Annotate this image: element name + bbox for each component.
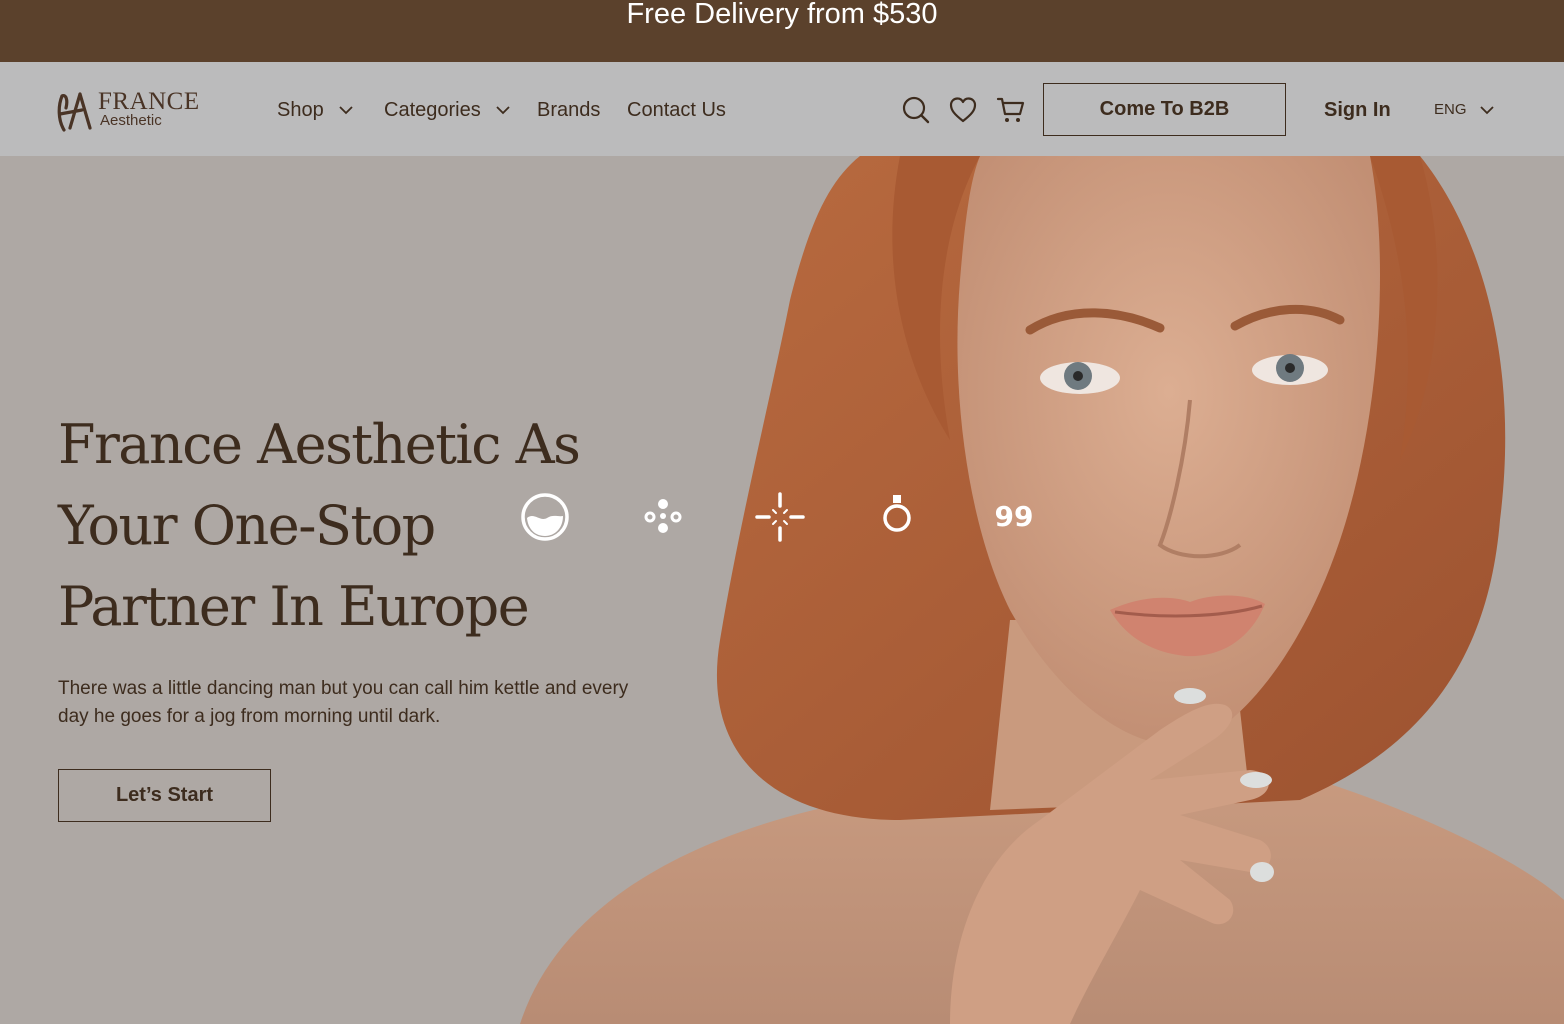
hero-title-line: Your One-Stop [58, 494, 436, 557]
chevron-down-icon [339, 106, 353, 115]
water-drop-circle-icon [521, 493, 569, 541]
nav-shop[interactable]: Shop [277, 98, 354, 122]
language-selector[interactable]: ENG [1434, 100, 1495, 120]
navbar: FRANCE Aesthetic Shop Categories Brands … [0, 62, 1564, 156]
search-icon[interactable] [901, 95, 931, 125]
hero-description: There was a little dancing man but you c… [58, 678, 629, 727]
nav-contact-label: Contact Us [627, 99, 726, 121]
heart-icon[interactable] [948, 95, 978, 125]
nav-shop-label: Shop [277, 99, 324, 121]
nav-brands-label: Brands [537, 99, 601, 121]
nav-contact[interactable]: Contact Us [627, 98, 726, 122]
svg-text:99: 99 [995, 500, 1034, 533]
hero-title-line: France Aesthetic As [58, 413, 581, 476]
hero-section: France Aesthetic As Your One-Stop Partne… [0, 156, 1564, 1024]
promo-text: Free Delivery from $530 [626, 0, 938, 30]
hero-title: France Aesthetic As Your One-Stop Partne… [58, 404, 678, 647]
hero-title-line: Partner In Europe [58, 575, 530, 638]
b2b-button[interactable]: Come To B2B [1043, 83, 1286, 136]
lets-start-button[interactable]: Let’s Start [58, 769, 271, 822]
nav-brands[interactable]: Brands [537, 98, 600, 122]
chevron-down-icon [1479, 106, 1494, 115]
dots-cluster-icon [644, 499, 682, 533]
cart-icon[interactable] [996, 95, 1026, 125]
brand-logo[interactable]: FRANCE Aesthetic [56, 86, 199, 136]
ring-icon [883, 495, 911, 532]
logo-monogram-icon [57, 92, 92, 132]
sign-in-link[interactable]: Sign In [1324, 98, 1391, 122]
nav-categories-label: Categories [384, 99, 481, 121]
language-label: ENG [1434, 101, 1467, 118]
chevron-down-icon [496, 106, 510, 115]
promo-bar: Free Delivery from $530 [0, 0, 1564, 62]
brand-tagline: Aesthetic [100, 112, 162, 129]
sparkle-burst-icon [755, 492, 805, 542]
nav-categories[interactable]: Categories [384, 98, 511, 122]
quote-99-icon: 99 [995, 500, 1034, 533]
